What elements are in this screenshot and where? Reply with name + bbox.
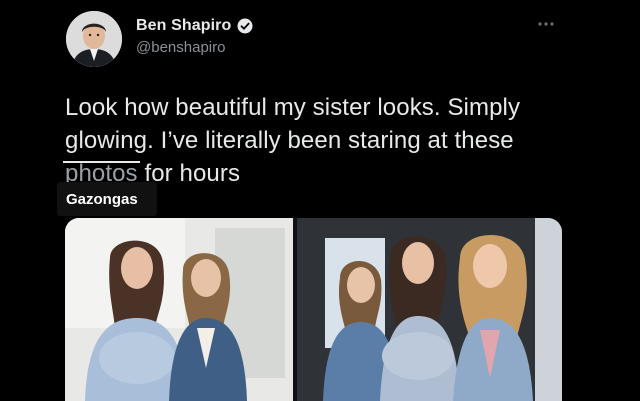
display-name[interactable]: Ben Shapiro [136,17,231,35]
avatar[interactable] [66,11,122,67]
user-handle[interactable]: @benshapiro [136,39,253,56]
caption-label: Gazongas [66,191,138,208]
more-options-icon[interactable] [536,20,556,28]
tweet-text: Look how beautiful my sister looks. Simp… [63,91,585,190]
avatar-image [66,11,122,67]
tweet-card: Ben Shapiro @benshapiro Look how beautif… [0,0,640,401]
tweet-photo-image [65,218,562,401]
tweet-photo[interactable] [65,218,562,401]
display-name-row: Ben Shapiro [136,16,253,36]
tweet-text-line-1: Look how beautiful my sister looks. Simp… [65,94,521,121]
verified-badge-icon [237,18,253,34]
tweet-text-line-2: glowing. I’ve literally been staring at … [65,127,514,154]
caption-overlay: Gazongas [57,182,157,216]
tweet-header: Ben Shapiro @benshapiro [136,16,253,56]
